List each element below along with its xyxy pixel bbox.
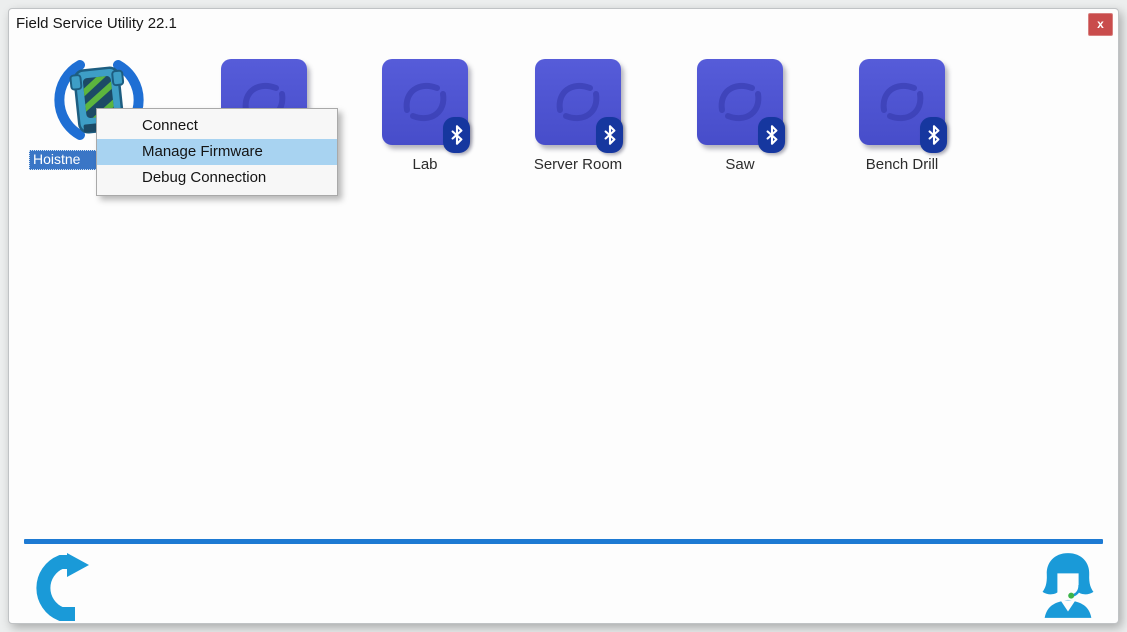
- menu-item-debug-connection[interactable]: Debug Connection: [97, 165, 337, 191]
- support-agent-icon: [1042, 553, 1094, 618]
- device-label: Saw: [725, 156, 755, 173]
- bluetooth-icon: [766, 125, 777, 145]
- bluetooth-badge: [758, 117, 785, 153]
- bluetooth-icon: [604, 125, 615, 145]
- bluetooth-icon: [451, 125, 462, 145]
- context-menu: Connect Manage Firmware Debug Connection: [96, 108, 338, 196]
- bluetooth-badge: [443, 117, 470, 153]
- device-label: Lab: [412, 156, 438, 173]
- refresh-button[interactable]: [25, 552, 95, 627]
- bluetooth-badge: [920, 117, 947, 153]
- menu-item-manage-firmware[interactable]: Manage Firmware: [97, 139, 337, 165]
- device-label: Server Room: [533, 156, 623, 173]
- bluetooth-badge: [596, 117, 623, 153]
- close-icon: x: [1097, 17, 1104, 31]
- app-window: Field Service Utility 22.1 x Hoistne Lab…: [8, 8, 1119, 624]
- close-button[interactable]: x: [1088, 13, 1113, 36]
- device-label: Bench Drill: [865, 156, 939, 173]
- title-bar: Field Service Utility 22.1 x: [9, 9, 1118, 39]
- refresh-icon: [36, 553, 89, 621]
- window-title: Field Service Utility 22.1: [16, 15, 177, 32]
- footer-divider: [24, 539, 1103, 544]
- bluetooth-icon: [928, 125, 939, 145]
- support-button[interactable]: [1033, 550, 1103, 625]
- menu-item-connect[interactable]: Connect: [97, 113, 337, 139]
